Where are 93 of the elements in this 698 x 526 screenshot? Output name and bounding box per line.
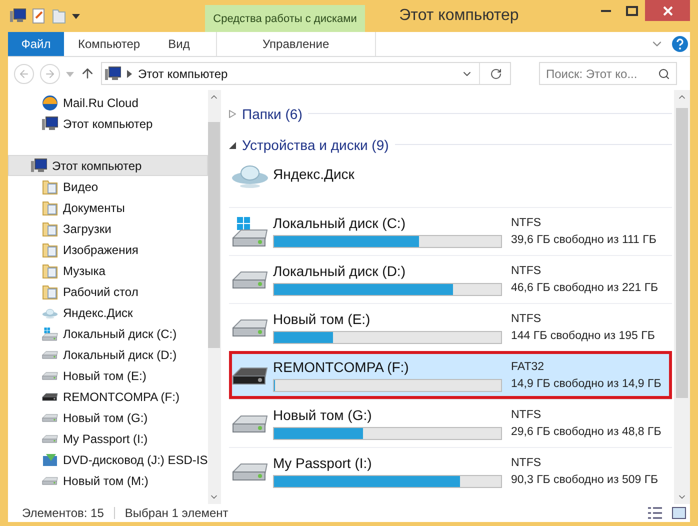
sidebar-item[interactable]: Музыка [8,260,208,281]
breadcrumb-arrow-icon [127,70,132,78]
address-bar[interactable]: Этот компьютер [101,62,511,85]
windows-drive-icon [232,216,268,247]
drive-icon [42,476,58,484]
sidebar-item[interactable]: Видео [8,176,208,197]
details-view-icon[interactable] [648,507,662,519]
drive-icon [232,366,268,384]
drive-icon [42,350,58,358]
folder-icon [42,284,58,300]
free-space-label: 39,6 ГБ свободно из 111 ГБ [511,234,656,246]
ribbon-tab[interactable]: Управление [216,32,376,56]
properties-icon[interactable] [32,8,46,24]
sidebar-item[interactable]: My Passport (I:) [8,428,208,449]
selection-status: Выбран 1 элемент [124,506,228,520]
minimize-icon[interactable] [601,10,611,12]
sidebar-item[interactable]: Изображения [8,239,208,260]
filesystem-label: FAT32 [511,361,546,373]
filesystem-label: NTFS [511,457,542,469]
free-space-label: 144 ГБ свободно из 195 ГБ [511,330,655,342]
drive-icon [232,318,268,336]
drive-icon [232,462,268,480]
free-space-label: 90,3 ГБ свободно из 509 ГБ [511,474,658,486]
scroll-thumb[interactable] [208,122,220,348]
sidebar-item[interactable]: Новый том (M:) [8,470,208,491]
sidebar-item[interactable]: Новый том (G:) [8,407,208,428]
window-title: Этот компьютер [398,6,520,26]
device-tile[interactable]: Яндекс.Диск [229,160,672,207]
computer-icon [42,116,58,132]
computer-icon [10,8,26,24]
filesystem-label: NTFS [511,217,542,229]
sidebar-item[interactable]: REMONTCOMPA (F:) [8,386,208,407]
sidebar-item[interactable]: Рабочий стол [8,281,208,302]
folder-icon [42,242,58,258]
group-header[interactable]: Папки (6) [242,106,302,122]
free-space-label: 14,9 ГБ свободно из 14,9 ГБ [511,378,662,390]
windows-drive-icon [42,326,58,340]
drive-icon [232,270,268,288]
item-count: Элементов: 15 [22,506,104,520]
folder-icon [42,178,58,194]
free-space-label: 46,6 ГБ свободно из 221 ГБ [511,282,658,294]
tiles-view-icon[interactable] [672,507,686,519]
search-field[interactable]: Поиск: Этот ко... [539,62,677,85]
sidebar-item[interactable]: DVD-дисковод (J:) ESD-IS [8,449,208,470]
sidebar-item[interactable]: Этот компьютер [8,113,208,134]
sidebar-item[interactable]: Документы [8,197,208,218]
filesystem-label: NTFS [511,313,542,325]
free-space-label: 29,6 ГБ свободно из 48,8 ГБ [511,426,662,438]
search-icon [658,68,670,80]
file-tab[interactable]: Файл [8,32,64,56]
ribbon-tab[interactable]: Компьютер [64,32,154,56]
drive-icon [42,392,58,400]
back-arrow-icon [18,68,30,80]
computer-icon [105,66,121,82]
sidebar-item[interactable]: Mail.Ru Cloud [8,92,208,113]
folder-icon [42,200,58,216]
cloud-icon [42,94,58,110]
close-icon [662,6,672,16]
drive-tile[interactable]: My Passport (I:) NTFS 90,3 ГБ свободно из 509 ГБ [229,447,672,495]
drive-icon [42,414,58,422]
folder-icon [42,262,58,278]
sidebar-item[interactable]: Новый том (E:) [8,365,208,386]
disc-drive-icon [42,452,58,468]
filesystem-label: NTFS [511,409,542,421]
drive-icon [232,414,268,432]
drive-tile[interactable]: Локальный диск (D:) NTFS 46,6 ГБ свободно из 221 ГБ [229,255,672,303]
scroll-thumb[interactable] [676,108,688,398]
collapsed-arrow-icon[interactable] [229,110,236,118]
group-header[interactable]: Устройства и диски (9) [242,136,389,152]
computer-icon [31,158,47,174]
drive-tile[interactable]: REMONTCOMPA (F:) FAT32 14,9 ГБ свободно из 14,9 ГБ [229,351,672,399]
drive-tile[interactable]: Локальный диск (C:) NTFS 39,6 ГБ свободно из 111 ГБ [229,207,672,255]
help-icon[interactable] [672,36,688,52]
maximize-icon[interactable] [626,6,638,16]
expanded-arrow-icon[interactable] [229,140,236,148]
folder-icon [42,220,58,236]
filesystem-label: NTFS [511,265,542,277]
sidebar-item[interactable]: Загрузки [8,218,208,239]
sidebar-item[interactable]: Локальный диск (D:) [8,344,208,365]
up-button[interactable] [80,66,95,81]
refresh-icon[interactable] [490,68,502,80]
context-tab-header: Средства работы с дисками [205,5,365,32]
dropdown-icon[interactable] [72,12,80,20]
drive-icon [42,434,58,442]
drive-icon [42,372,58,380]
forward-arrow-icon [44,68,56,80]
drive-tile[interactable]: Новый том (G:) NTFS 29,6 ГБ свободно из 48,8 ГБ [229,399,672,447]
drive-tile[interactable]: Новый том (E:) NTFS 144 ГБ свободно из 195 ГБ [229,303,672,351]
sidebar-item[interactable]: Этот компьютер [8,155,208,176]
sidebar-item[interactable]: Яндекс.Диск [8,302,208,323]
close-button[interactable] [645,0,690,21]
sidebar-item[interactable]: Локальный диск (C:) [8,323,208,344]
ribbon-tab[interactable]: Вид [154,32,204,56]
